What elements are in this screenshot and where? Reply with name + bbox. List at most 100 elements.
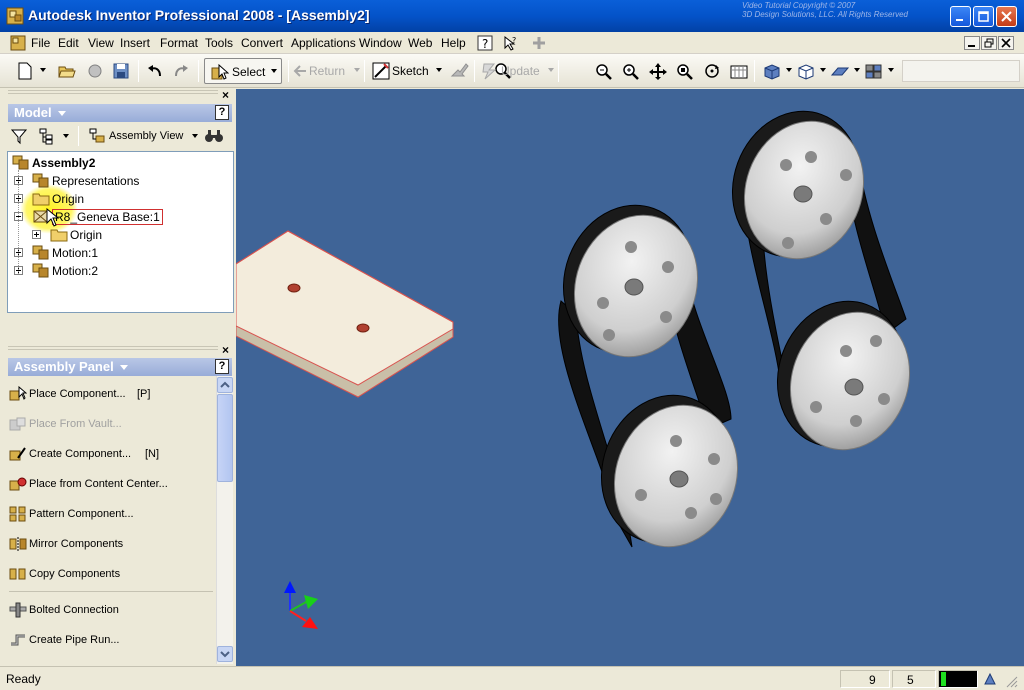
model-pane-header[interactable]: Model ? (8, 104, 232, 122)
mirror-components-button[interactable]: Mirror Components (7, 533, 215, 555)
pan-icon[interactable] (648, 62, 668, 80)
status-field-1-value: 9 (869, 673, 876, 687)
menu-tools[interactable]: Tools (205, 36, 233, 50)
select-button[interactable]: Select (204, 58, 282, 84)
place-from-content-center-button[interactable]: Place from Content Center... (7, 473, 215, 495)
maximize-button[interactable] (973, 6, 994, 27)
inventor-app-icon[interactable] (6, 7, 24, 25)
tree-node[interactable]: Representations (8, 172, 232, 190)
minimize-button[interactable] (950, 6, 971, 27)
view-dropdown-arrow[interactable] (192, 134, 198, 138)
color-style-icon[interactable] (864, 62, 884, 80)
help-topics-icon[interactable]: ? (476, 34, 494, 52)
zoom-selected-icon[interactable] (675, 62, 695, 80)
tree-structure-icon[interactable] (38, 127, 58, 145)
color-selector-box[interactable] (902, 60, 1020, 82)
whats-this-help-icon[interactable]: ? (502, 34, 520, 52)
find-binoculars-icon[interactable] (204, 127, 224, 145)
tree-node[interactable]: Motion:1 (8, 244, 232, 262)
help-icon[interactable]: ? (215, 359, 229, 374)
undo-button[interactable] (144, 60, 166, 82)
document-close-button[interactable] (998, 36, 1014, 50)
model-pane-close[interactable]: × (222, 88, 229, 102)
place-from-vault-button[interactable]: Place From Vault... (7, 413, 215, 435)
zoom-icon[interactable] (594, 62, 614, 80)
create-pipe-run-button[interactable]: Create Pipe Run... (7, 629, 215, 651)
open-button[interactable] (56, 60, 78, 82)
belt-drive-1[interactable] (543, 187, 757, 564)
return-button[interactable]: Return (309, 64, 345, 78)
sketch-button[interactable]: Sketch (392, 64, 429, 78)
zoom-window-icon[interactable] (621, 62, 641, 80)
document-minimize-button[interactable] (964, 36, 980, 50)
menu-edit[interactable]: Edit (58, 36, 79, 50)
display-mode-dropdown-arrow[interactable] (786, 68, 792, 72)
menu-convert[interactable]: Convert (241, 36, 283, 50)
rotate-icon[interactable] (702, 62, 722, 80)
tree-node[interactable]: Origin (8, 190, 232, 208)
assembly-panel-header[interactable]: Assembly Panel ? (8, 358, 232, 376)
camera-plane-icon[interactable] (830, 62, 850, 80)
belt-drive-2[interactable] (712, 93, 928, 466)
undo-icon (148, 65, 161, 77)
pattern-component-button[interactable]: Pattern Component... (7, 503, 215, 525)
pane-grip[interactable] (8, 90, 218, 94)
panel-scrollbar[interactable] (216, 376, 233, 664)
menu-view[interactable]: View (88, 36, 114, 50)
save-button[interactable] (110, 60, 132, 82)
filter-icon[interactable] (10, 127, 28, 145)
graphics-viewport[interactable] (236, 89, 1024, 666)
shadow-mode-icon[interactable] (796, 62, 816, 80)
tool-icon[interactable] (450, 62, 470, 80)
close-button[interactable] (996, 6, 1017, 27)
menu-format[interactable]: Format (160, 36, 198, 50)
display-mode-cube-icon[interactable] (762, 62, 782, 80)
place-component-shortcut: [P] (137, 388, 151, 400)
update-dropdown-arrow[interactable] (548, 68, 554, 72)
menu-applications[interactable]: Applications (291, 36, 356, 50)
document-restore-button[interactable] (981, 36, 997, 50)
update-button[interactable]: Update (501, 64, 540, 78)
menu-window[interactable]: Window (359, 36, 402, 50)
return-dropdown-arrow[interactable] (354, 68, 360, 72)
pane-grip[interactable] (8, 346, 218, 350)
scroll-up-button[interactable] (217, 377, 233, 393)
resize-grip-icon[interactable] (1005, 675, 1019, 689)
assembly-view-dropdown[interactable]: Assembly View (109, 130, 183, 142)
panel-pane-close[interactable]: × (222, 343, 229, 357)
chevron-down-icon[interactable] (58, 111, 66, 116)
model-browser-tree[interactable]: Assembly2 Representations Origin R8_Geneva … (7, 151, 234, 313)
menu-file[interactable]: File (31, 36, 50, 50)
tree-dropdown-arrow[interactable] (63, 134, 69, 138)
look-at-icon[interactable] (729, 62, 749, 80)
camera-dropdown-arrow[interactable] (854, 68, 860, 72)
assembly-3d-scene[interactable] (236, 89, 1024, 666)
bolted-connection-button[interactable]: Bolted Connection (7, 599, 215, 621)
create-component-button[interactable]: Create Component... [N] (7, 443, 215, 465)
tree-node[interactable]: Motion:2 (8, 262, 232, 280)
menu-insert[interactable]: Insert (120, 36, 150, 50)
scroll-thumb[interactable] (217, 394, 233, 482)
copy-components-button[interactable]: Copy Components (7, 563, 215, 585)
sketch-dropdown-arrow[interactable] (436, 68, 442, 72)
new-dropdown-arrow[interactable] (40, 68, 46, 72)
tree-node[interactable]: Assembly2 (8, 154, 232, 172)
new-button[interactable] (14, 60, 36, 82)
select-dropdown-arrow[interactable] (271, 69, 277, 73)
add-icon[interactable] (530, 34, 548, 52)
document-icon[interactable] (10, 35, 26, 51)
project-button[interactable] (84, 60, 106, 82)
scroll-down-button[interactable] (217, 646, 233, 662)
color-style-dropdown-arrow[interactable] (888, 68, 894, 72)
tree-node[interactable]: R8_Geneva Base:1 (8, 208, 232, 226)
help-icon[interactable]: ? (215, 105, 229, 120)
menu-help[interactable]: Help (441, 36, 466, 50)
shadow-mode-dropdown-arrow[interactable] (820, 68, 826, 72)
tree-node[interactable]: Origin (8, 226, 232, 244)
expand-toggle[interactable] (32, 230, 41, 239)
menu-web[interactable]: Web (408, 36, 432, 50)
geneva-base-part[interactable] (236, 230, 454, 398)
redo-button[interactable] (170, 60, 192, 82)
place-component-button[interactable]: Place Component... [P] (7, 383, 215, 405)
chevron-down-icon[interactable] (120, 365, 128, 370)
